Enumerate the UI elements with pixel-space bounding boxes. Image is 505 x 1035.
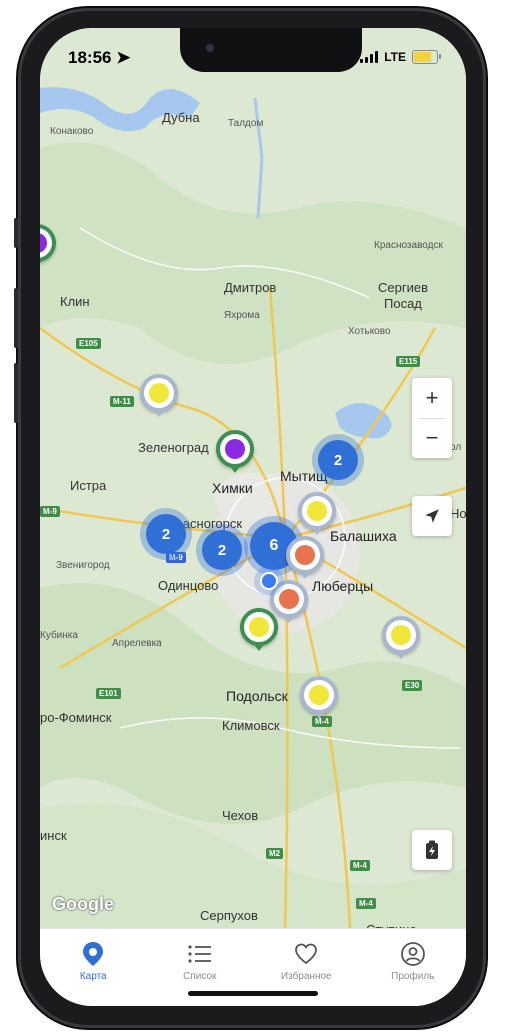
city-label: Одинцово <box>158 578 219 593</box>
locate-me-button[interactable] <box>412 496 452 536</box>
status-time-text: 18:56 <box>68 48 112 67</box>
city-label: Клин <box>60 294 90 309</box>
road-badge: E101 <box>96 688 121 699</box>
pin-dot <box>279 589 299 609</box>
city-label: Серпухов <box>200 908 258 923</box>
road-badge: M-11 <box>110 396 134 407</box>
pin-dot <box>309 685 329 705</box>
city-label: Люберцы <box>312 578 374 594</box>
tab-map[interactable]: Карта <box>48 941 138 982</box>
road-badge: E30 <box>402 680 423 691</box>
pin-dot <box>295 545 315 565</box>
city-label: Дмитров <box>224 280 277 295</box>
volume-up-button <box>14 288 18 348</box>
city-label: Кубинка <box>40 630 78 641</box>
zoom-control: + − <box>412 378 452 458</box>
road-badge: E115 <box>396 356 421 367</box>
tab-label: Профиль <box>391 971 435 982</box>
road-badge: M2 <box>266 848 284 859</box>
station-pin[interactable] <box>382 616 420 659</box>
cluster-marker[interactable]: 2 <box>146 514 186 554</box>
cluster-marker[interactable]: 2 <box>318 440 358 480</box>
station-pin[interactable] <box>216 430 254 473</box>
station-pin[interactable] <box>300 676 338 719</box>
city-label: Истра <box>70 478 107 493</box>
pin-dot <box>249 617 269 637</box>
city-label: Балашиха <box>330 528 397 544</box>
tab-label: Список <box>183 971 217 982</box>
navigation-arrow-icon <box>425 509 439 523</box>
road-badge: E105 <box>76 338 101 349</box>
pin-dot <box>307 501 327 521</box>
map-view[interactable]: Дубна Талдом Конаково Краснозаводск Клин… <box>40 28 466 937</box>
city-label: Чехов <box>222 808 259 823</box>
city-label: Краснозаводск <box>374 240 443 251</box>
city-label: Хотьково <box>348 326 391 337</box>
status-indicators: LTE <box>360 50 441 64</box>
google-attribution: Google <box>52 894 114 914</box>
volume-down-button <box>14 363 18 423</box>
tab-label: Избранное <box>280 971 332 982</box>
city-label: Сергиев <box>378 280 428 295</box>
city-label: Климовск <box>222 718 280 733</box>
zoom-out-button[interactable]: − <box>412 418 452 458</box>
cluster-marker[interactable]: 2 <box>202 530 242 570</box>
city-label: инск <box>40 828 67 843</box>
home-indicator <box>188 991 318 996</box>
station-pin[interactable] <box>140 374 178 417</box>
screen: Дубна Талдом Конаково Краснозаводск Клин… <box>40 28 466 1006</box>
city-label: Посад <box>384 296 422 311</box>
profile-icon <box>400 942 425 966</box>
camera <box>206 44 214 52</box>
station-pin[interactable] <box>298 492 336 535</box>
pin-dot <box>40 233 47 253</box>
city-label: Ног <box>450 506 466 521</box>
tab-label: Карта <box>79 971 107 982</box>
city-label: Звенигород <box>56 560 110 571</box>
notch <box>180 28 362 72</box>
phone-frame: Дубна Талдом Конаково Краснозаводск Клин… <box>14 8 486 1028</box>
station-pin[interactable] <box>286 536 324 579</box>
city-label: Конаково <box>50 126 94 137</box>
city-label: Зеленоград <box>138 440 209 455</box>
tab-list[interactable]: Список <box>155 941 245 982</box>
user-location-dot <box>260 572 278 590</box>
zoom-in-button[interactable]: + <box>412 378 452 418</box>
pin-dot <box>391 625 411 645</box>
battery-charge-icon <box>426 840 438 859</box>
pin-dot <box>225 439 245 459</box>
tab-favorites[interactable]: Избранное <box>261 941 351 982</box>
status-time: 18:56 ➤ <box>68 48 130 68</box>
charging-filter-button[interactable] <box>412 830 452 870</box>
city-label: Апрелевка <box>112 638 162 649</box>
city-label: Талдом <box>228 118 264 129</box>
city-label: Подольск <box>226 688 288 704</box>
city-label: Дубна <box>162 110 200 125</box>
road-badge: M-4 <box>356 898 376 909</box>
station-pin[interactable] <box>240 608 278 651</box>
network-type: LTE <box>384 50 406 64</box>
pin-dot <box>149 383 169 403</box>
road-badge: M-4 <box>350 860 370 871</box>
location-arrow-icon: ➤ <box>116 48 131 67</box>
map-pin-icon <box>83 942 104 966</box>
tab-profile[interactable]: Профиль <box>368 941 458 982</box>
signal-icon <box>360 51 379 63</box>
city-label: ро-Фоминск <box>40 710 112 725</box>
heart-icon <box>295 943 318 965</box>
list-icon <box>188 945 211 963</box>
mute-switch <box>14 218 18 248</box>
battery-icon <box>412 50 441 64</box>
road-badge: M-9 <box>40 506 60 517</box>
city-label: Яхрома <box>224 310 260 321</box>
city-label: Химки <box>212 480 253 496</box>
